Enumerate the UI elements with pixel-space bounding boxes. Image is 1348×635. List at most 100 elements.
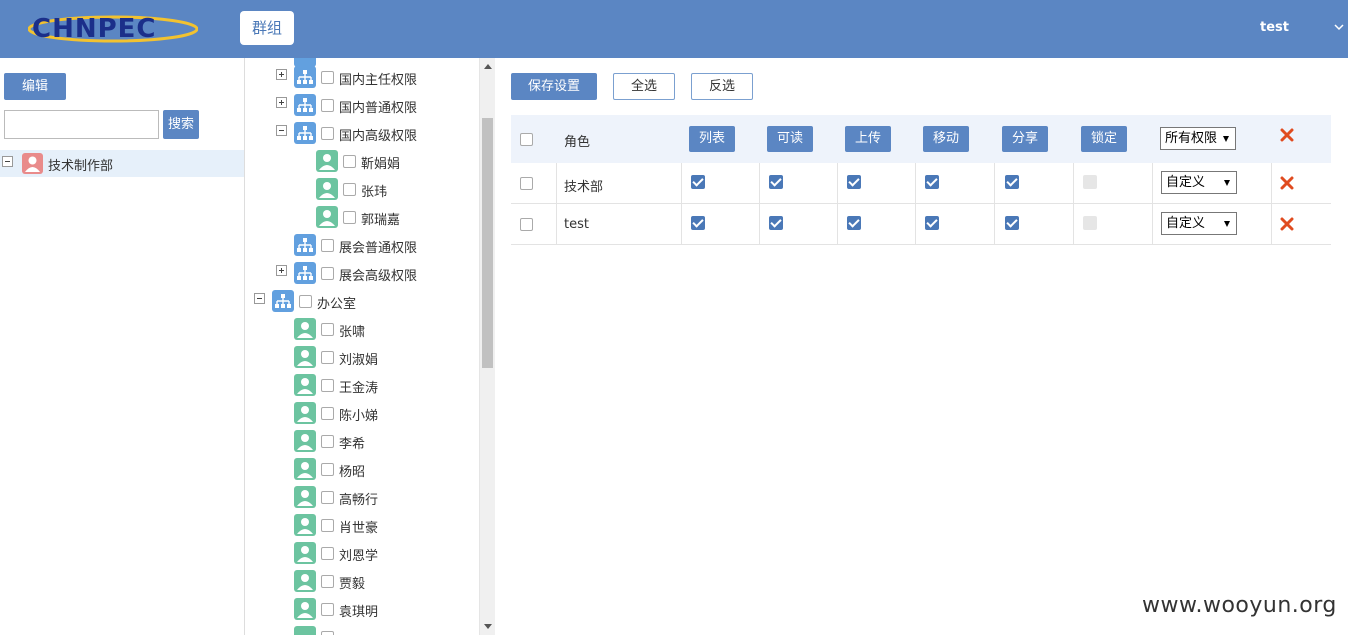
tree-item[interactable]: 郭瑞嘉 bbox=[245, 203, 485, 231]
tree-item-label: 陈小娣 bbox=[339, 409, 379, 424]
search-button[interactable]: 搜索 bbox=[163, 110, 199, 139]
tree-checkbox[interactable] bbox=[321, 407, 334, 420]
expand-icon[interactable] bbox=[276, 265, 287, 276]
perm-lock-checkbox bbox=[1083, 216, 1097, 230]
delete-icon[interactable] bbox=[1280, 176, 1294, 190]
select-all-button[interactable]: 全选 bbox=[613, 73, 675, 100]
tree-checkbox[interactable] bbox=[321, 99, 334, 112]
tree-item-label: 展会高级权限 bbox=[339, 269, 418, 284]
tree-item[interactable]: 办公室 bbox=[245, 287, 485, 315]
org-icon bbox=[294, 94, 316, 116]
tree-item[interactable]: 肖世豪 bbox=[245, 511, 485, 539]
tree-item[interactable]: 李希 bbox=[245, 427, 485, 455]
delete-icon[interactable] bbox=[1280, 217, 1294, 231]
select-value: 自定义 bbox=[1166, 216, 1206, 231]
tree-item-label: 肖世豪 bbox=[339, 521, 379, 536]
tree-checkbox[interactable] bbox=[321, 127, 334, 140]
tree-item[interactable]: 靳娟娟 bbox=[245, 147, 485, 175]
tree-item[interactable]: 展会普通权限 bbox=[245, 231, 485, 259]
tree-item[interactable]: 国内主任权限 bbox=[245, 63, 485, 91]
tab-groups[interactable]: 群组 bbox=[240, 11, 294, 45]
tree-item[interactable]: 陈小娣 bbox=[245, 399, 485, 427]
tree-item[interactable]: 张啸 bbox=[245, 315, 485, 343]
tree-item[interactable]: 高畅行 bbox=[245, 483, 485, 511]
tree-checkbox[interactable] bbox=[321, 379, 334, 392]
group-avatar-icon bbox=[22, 153, 43, 174]
user-name[interactable]: test bbox=[1260, 20, 1289, 35]
tree-checkbox[interactable] bbox=[321, 631, 334, 635]
scroll-up-icon[interactable] bbox=[484, 64, 492, 69]
scroll-thumb[interactable] bbox=[482, 118, 493, 368]
invert-selection-button[interactable]: 反选 bbox=[691, 73, 753, 100]
perm-list-checkbox[interactable] bbox=[691, 175, 705, 189]
tree-checkbox[interactable] bbox=[321, 603, 334, 616]
column-list-button[interactable]: 列表 bbox=[689, 126, 735, 152]
tree-checkbox[interactable] bbox=[343, 155, 356, 168]
tree-checkbox[interactable] bbox=[321, 519, 334, 532]
perm-read-checkbox[interactable] bbox=[769, 175, 783, 189]
tree-item[interactable]: 刘恩学 bbox=[245, 539, 485, 567]
tree-checkbox[interactable] bbox=[321, 351, 334, 364]
tree-checkbox[interactable] bbox=[299, 295, 312, 308]
collapse-icon[interactable] bbox=[254, 293, 265, 304]
tree-item[interactable]: 贾毅 bbox=[245, 567, 485, 595]
tree-item[interactable]: 袁琪明 bbox=[245, 595, 485, 623]
column-upload-button[interactable]: 上传 bbox=[845, 126, 891, 152]
tree-item-label: 贾毅 bbox=[339, 577, 366, 592]
person-icon bbox=[316, 150, 338, 172]
all-permission-select[interactable]: 所有权限 bbox=[1160, 127, 1236, 150]
permission-select[interactable]: 自定义 bbox=[1161, 171, 1237, 194]
tree-item[interactable]: 国内普通权限 bbox=[245, 91, 485, 119]
tree-scrollbar[interactable] bbox=[479, 58, 495, 635]
edit-button[interactable]: 编辑 bbox=[4, 73, 66, 100]
perm-upload-checkbox[interactable] bbox=[847, 216, 861, 230]
tree-checkbox[interactable] bbox=[321, 463, 334, 476]
perm-move-checkbox[interactable] bbox=[925, 216, 939, 230]
tree-checkbox[interactable] bbox=[321, 71, 334, 84]
save-settings-button[interactable]: 保存设置 bbox=[511, 73, 597, 100]
tree-checkbox[interactable] bbox=[321, 575, 334, 588]
expand-icon[interactable] bbox=[276, 69, 287, 80]
tree-item[interactable]: 杨昭 bbox=[245, 455, 485, 483]
column-lock-button[interactable]: 锁定 bbox=[1081, 126, 1127, 152]
search-input[interactable] bbox=[4, 110, 159, 139]
tree-item-label: 郭瑞嘉 bbox=[361, 213, 401, 228]
permission-select[interactable]: 自定义 bbox=[1161, 212, 1237, 235]
tree-item-label: 展会普通权限 bbox=[339, 241, 418, 256]
perm-read-checkbox[interactable] bbox=[769, 216, 783, 230]
perm-list-checkbox[interactable] bbox=[691, 216, 705, 230]
chevron-down-icon[interactable] bbox=[1334, 22, 1344, 32]
perm-move-checkbox[interactable] bbox=[925, 175, 939, 189]
column-move-button[interactable]: 移动 bbox=[923, 126, 969, 152]
perm-share-checkbox[interactable] bbox=[1005, 216, 1019, 230]
tree-item[interactable]: 张玮 bbox=[245, 175, 485, 203]
tree-item[interactable] bbox=[245, 623, 485, 635]
tree-checkbox[interactable] bbox=[343, 211, 356, 224]
column-share-button[interactable]: 分享 bbox=[1002, 126, 1048, 152]
tree-item[interactable]: 展会高级权限 bbox=[245, 259, 485, 287]
tree-checkbox[interactable] bbox=[321, 323, 334, 336]
tree-checkbox[interactable] bbox=[321, 491, 334, 504]
column-read-button[interactable]: 可读 bbox=[767, 126, 813, 152]
tree-item[interactable]: 刘淑娟 bbox=[245, 343, 485, 371]
tree-checkbox[interactable] bbox=[321, 547, 334, 560]
row-checkbox[interactable] bbox=[520, 218, 533, 231]
tree-item[interactable]: 国内高级权限 bbox=[245, 119, 485, 147]
tree-checkbox[interactable] bbox=[321, 239, 334, 252]
delete-icon[interactable] bbox=[1280, 128, 1294, 142]
tree-checkbox[interactable] bbox=[343, 183, 356, 196]
select-all-checkbox[interactable] bbox=[520, 133, 533, 146]
member-tree: 国内主任权限 国内普通权限 国内高级权限 靳娟娟 张玮 郭瑞嘉 展会普通权限 展… bbox=[245, 58, 495, 635]
department-row[interactable]: 技术制作部 bbox=[0, 150, 244, 177]
row-checkbox[interactable] bbox=[520, 177, 533, 190]
select-value: 自定义 bbox=[1166, 175, 1206, 190]
perm-share-checkbox[interactable] bbox=[1005, 175, 1019, 189]
tree-item[interactable]: 王金涛 bbox=[245, 371, 485, 399]
expand-icon[interactable] bbox=[276, 97, 287, 108]
collapse-icon[interactable] bbox=[2, 156, 13, 167]
collapse-icon[interactable] bbox=[276, 125, 287, 136]
tree-checkbox[interactable] bbox=[321, 267, 334, 280]
tree-checkbox[interactable] bbox=[321, 435, 334, 448]
scroll-down-icon[interactable] bbox=[484, 624, 492, 629]
perm-upload-checkbox[interactable] bbox=[847, 175, 861, 189]
